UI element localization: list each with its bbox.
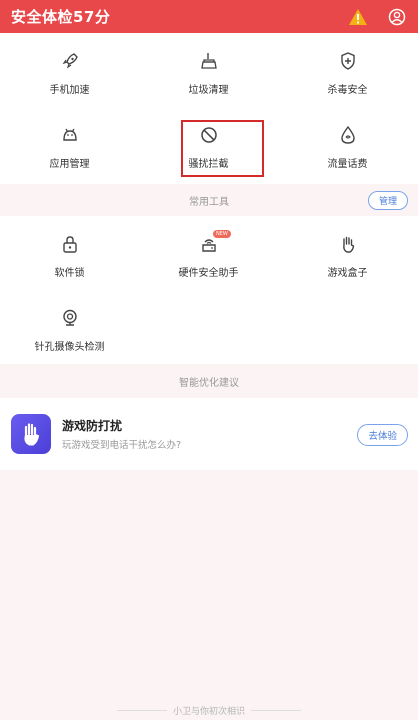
header-bar: 安全体检57分 bbox=[0, 0, 418, 33]
tile-app-manager[interactable]: 应用管理 bbox=[0, 107, 139, 181]
suggest-section-title: 智能优化建议 bbox=[179, 377, 239, 389]
suggestion-card[interactable]: 游戏防打扰 玩游戏受到电话干扰怎么办? 去体验 bbox=[0, 398, 418, 470]
tools-grid: 软件锁 NEW 硬件安全助手 游戏盒子 针孔摄像头检测 bbox=[0, 216, 418, 364]
tile-label: 手机加速 bbox=[49, 85, 90, 96]
footer: 小卫与你初次相识 bbox=[0, 702, 418, 718]
camera-icon bbox=[62, 309, 77, 326]
safety-score-title[interactable]: 安全体检57分 bbox=[11, 6, 110, 27]
tile-label: 硬件安全助手 bbox=[178, 268, 239, 279]
suggest-section-header: 智能优化建议 bbox=[0, 364, 418, 398]
tools-section-header: 常用工具 管理 bbox=[0, 184, 418, 216]
footer-divider-right bbox=[251, 709, 301, 711]
tile-antivirus[interactable]: 杀毒安全 bbox=[278, 33, 417, 107]
tile-label: 软件锁 bbox=[54, 268, 85, 279]
tile-phone-boost[interactable]: 手机加速 bbox=[0, 33, 139, 107]
tile-junk-clean[interactable]: 垃圾清理 bbox=[139, 33, 278, 107]
footer-divider-left bbox=[116, 709, 167, 711]
user-icon[interactable] bbox=[388, 8, 406, 26]
warning-icon[interactable] bbox=[348, 8, 368, 26]
tile-label: 流量话费 bbox=[327, 159, 368, 170]
tile-app-lock[interactable]: 软件锁 bbox=[0, 216, 139, 290]
android-icon bbox=[62, 128, 77, 141]
shield-icon bbox=[340, 52, 355, 70]
selection-highlight bbox=[181, 120, 264, 177]
tools-section-title: 常用工具 bbox=[189, 196, 229, 208]
header-actions bbox=[348, 8, 406, 26]
tile-hardware-assistant[interactable]: NEW 硬件安全助手 bbox=[139, 216, 278, 290]
footer-text: 小卫与你初次相识 bbox=[172, 706, 245, 717]
suggestion-text: 游戏防打扰 玩游戏受到电话干扰怎么办? bbox=[62, 417, 181, 451]
tile-label: 杀毒安全 bbox=[327, 85, 368, 96]
hand-icon bbox=[24, 423, 40, 446]
hand-icon bbox=[342, 236, 354, 253]
new-badge: NEW bbox=[213, 230, 231, 238]
broom-icon bbox=[200, 53, 217, 69]
tile-data-billing[interactable]: 流量话费 bbox=[278, 107, 417, 181]
game-anti-disturb-logo bbox=[11, 414, 51, 454]
tile-pinhole-camera-detect[interactable]: 针孔摄像头检测 bbox=[0, 290, 139, 364]
tile-label: 应用管理 bbox=[49, 159, 90, 170]
drop-icon bbox=[340, 125, 355, 144]
manage-button[interactable]: 管理 bbox=[367, 191, 408, 210]
rocket-icon bbox=[62, 53, 78, 69]
suggestion-subtitle: 玩游戏受到电话干扰怎么办? bbox=[62, 440, 182, 451]
try-button[interactable]: 去体验 bbox=[357, 424, 408, 446]
suggestion-title: 游戏防打扰 bbox=[62, 419, 123, 433]
tile-label: 垃圾清理 bbox=[188, 85, 229, 96]
lock-icon bbox=[62, 236, 77, 253]
tile-label: 针孔摄像头检测 bbox=[34, 342, 105, 353]
tile-game-box[interactable]: 游戏盒子 bbox=[278, 216, 417, 290]
tile-label: 游戏盒子 bbox=[327, 268, 368, 279]
